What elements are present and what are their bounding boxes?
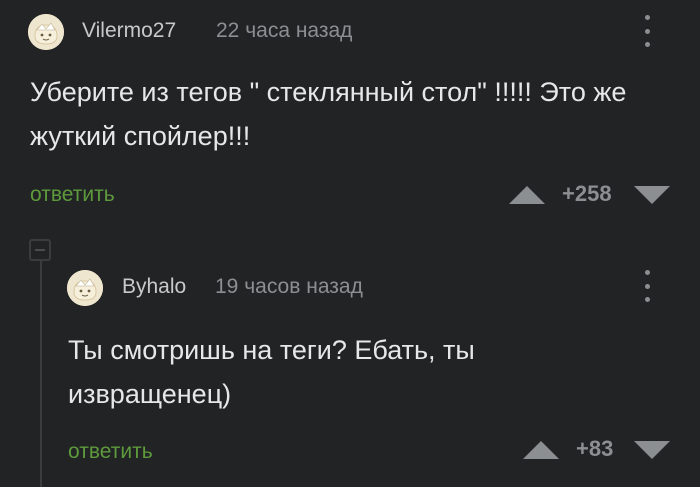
comment: Vilermo27 22 часа назад Уберите из тегов… (0, 0, 700, 225)
comment-reply: Byhalo 19 часов назад Ты смотришь на тег… (0, 225, 700, 487)
comment-time[interactable]: 22 часа назад (216, 19, 352, 43)
triangle-up-icon (509, 186, 545, 204)
comment-time[interactable]: 19 часов назад (215, 275, 363, 299)
downvote-button[interactable] (634, 185, 670, 205)
comment-author[interactable]: Vilermo27 (82, 19, 176, 43)
default-avatar-icon (28, 14, 64, 50)
upvote-button[interactable] (509, 185, 545, 205)
comment-score: +83 (576, 436, 614, 461)
more-vertical-icon[interactable] (642, 15, 652, 47)
default-avatar-icon (67, 270, 103, 306)
triangle-down-icon (634, 186, 670, 204)
reply-button[interactable]: ответить (30, 183, 115, 207)
avatar[interactable] (28, 14, 64, 50)
reply-button[interactable]: ответить (68, 440, 153, 464)
comment-text: Ты смотришь на теги? Ебать, ты извращене… (68, 335, 475, 409)
downvote-button[interactable] (634, 440, 670, 460)
comment-author[interactable]: Byhalo (122, 275, 186, 299)
avatar[interactable] (67, 270, 103, 306)
triangle-up-icon (523, 441, 559, 459)
comment-text: Уберите из тегов " стеклянный стол" !!!!… (30, 77, 627, 151)
triangle-down-icon (634, 441, 670, 459)
more-vertical-icon[interactable] (642, 270, 652, 302)
upvote-button[interactable] (523, 440, 559, 460)
comment-score: +258 (562, 181, 612, 206)
